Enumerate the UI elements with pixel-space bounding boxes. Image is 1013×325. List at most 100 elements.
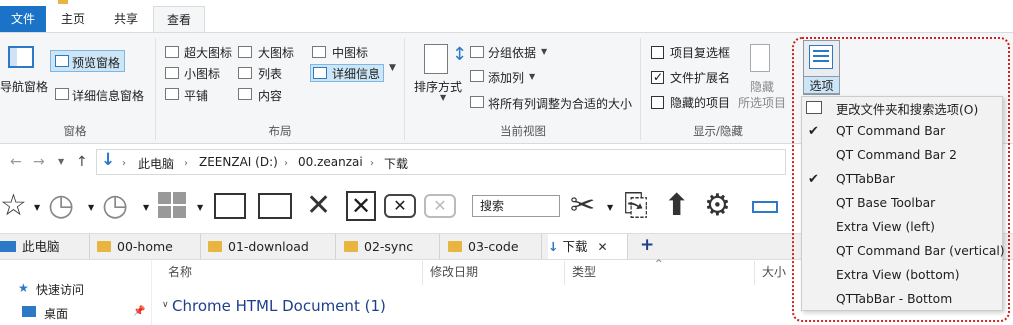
up-icon[interactable]: ↑ xyxy=(76,154,88,170)
breadcrumb-this-pc[interactable]: 此电脑 xyxy=(138,155,174,172)
add-columns-button[interactable]: 添加列 xyxy=(488,69,524,86)
group-label-current-view: 当前视图 xyxy=(500,124,546,138)
nav-quick-access[interactable]: 快速访问 xyxy=(36,281,84,298)
breadcrumb-folder[interactable]: 00.zeanzai xyxy=(298,155,363,169)
breadcrumb-current[interactable]: 下载 xyxy=(384,155,408,172)
tab-share[interactable]: 共享 xyxy=(100,6,152,32)
sort-by-button[interactable]: 排序方式 xyxy=(414,78,462,95)
group-by-button[interactable]: 分组依据 xyxy=(488,44,536,61)
forward-icon[interactable]: → xyxy=(33,154,45,170)
back-icon[interactable]: ← xyxy=(10,154,22,170)
group-by-dropdown-icon[interactable]: ▼ xyxy=(541,47,547,56)
windows-icon[interactable] xyxy=(158,192,188,220)
group-label-panes: 窗格 xyxy=(63,124,87,138)
item-checkboxes-checkbox[interactable] xyxy=(651,46,664,59)
item-checkboxes-label: 项目复选框 xyxy=(670,46,731,60)
recent-locations-icon[interactable]: ▼ xyxy=(58,157,64,166)
tab-file[interactable]: 文件 xyxy=(0,6,46,32)
group-separator xyxy=(155,38,156,140)
pin-icon: 📌 xyxy=(133,306,146,317)
column-header-size[interactable]: 大小 xyxy=(762,263,786,280)
collapse-group-icon[interactable]: ∨ xyxy=(162,300,169,310)
hidden-items-checkbox[interactable] xyxy=(651,96,664,109)
hide-selected-icon xyxy=(750,44,770,72)
layout-list[interactable]: 列表 xyxy=(258,65,282,82)
layout-large-icons[interactable]: 大图标 xyxy=(258,44,294,61)
fit-columns-button[interactable]: 将所有列调整为合适的大小 xyxy=(488,95,632,112)
add-columns-dropdown-icon[interactable]: ▼ xyxy=(529,72,535,81)
tiles-icon xyxy=(165,88,179,100)
layout-extra-large-icons[interactable]: 超大图标 xyxy=(184,44,232,61)
sort-up-icon: ^ xyxy=(655,259,663,269)
group-header[interactable]: Chrome HTML Document (1) xyxy=(172,297,386,315)
layout-tiles[interactable]: 平铺 xyxy=(184,87,208,104)
sort-arrow-icon: ↕ xyxy=(452,44,468,65)
close-tab-icon[interactable]: ✕ xyxy=(598,240,608,254)
folder-tab[interactable]: 01-download xyxy=(208,234,336,259)
sort-by-icon xyxy=(424,44,448,74)
layout-details[interactable]: 详细信息 xyxy=(332,65,380,82)
layout-medium-icons[interactable]: 中图标 xyxy=(332,44,368,61)
details-pane-button[interactable]: 详细信息窗格 xyxy=(72,87,144,104)
search-box[interactable]: 搜索 xyxy=(472,195,560,217)
group-by-icon xyxy=(470,46,484,58)
sort-by-dropdown-icon[interactable]: ▼ xyxy=(440,93,446,102)
column-divider[interactable] xyxy=(422,261,423,285)
star-dropdown-icon[interactable]: ▼ xyxy=(34,203,40,212)
new-tab-icon[interactable]: + xyxy=(640,235,654,255)
hidden-items-label: 隐藏的项目 xyxy=(670,96,731,110)
extra-large-icons-icon xyxy=(165,46,179,58)
layout-small-icons[interactable]: 小图标 xyxy=(184,65,220,82)
large-icons-icon xyxy=(238,46,252,58)
close-others-icon[interactable]: ✕ xyxy=(384,194,416,218)
scissors-dropdown-icon[interactable]: ▼ xyxy=(607,203,613,212)
column-divider[interactable] xyxy=(754,261,755,285)
file-extensions-label: 文件扩展名 xyxy=(670,71,731,85)
new-window-icon[interactable] xyxy=(214,193,246,219)
breadcrumb-chevron-icon[interactable]: › xyxy=(184,158,188,169)
windows-dropdown-icon[interactable]: ▼ xyxy=(197,203,203,212)
history-icon[interactable]: ◷ xyxy=(48,188,74,224)
breadcrumb-chevron-icon[interactable]: › xyxy=(284,158,288,169)
gear-icon[interactable]: ⚙ xyxy=(704,188,731,224)
layout-content[interactable]: 内容 xyxy=(258,87,282,104)
star-icon[interactable]: ☆ xyxy=(0,188,27,224)
up-arrow-icon[interactable]: ⬆ xyxy=(664,188,689,224)
breadcrumb-chevron-icon[interactable]: › xyxy=(122,158,126,169)
fit-columns-icon xyxy=(470,96,484,108)
rename-icon[interactable] xyxy=(752,201,778,213)
folder-tab[interactable]: 03-code xyxy=(448,234,542,259)
pane-icon[interactable] xyxy=(258,193,292,219)
column-header-type[interactable]: 类型 xyxy=(572,263,596,280)
folder-tab-label: 02-sync xyxy=(364,239,414,254)
column-header-name[interactable]: 名称 xyxy=(168,263,192,280)
history-dropdown-icon[interactable]: ▼ xyxy=(88,203,94,212)
group-separator xyxy=(640,38,641,140)
paperclip-icon[interactable]: ⎘ xyxy=(624,188,648,224)
breadcrumb-drive[interactable]: ZEENZAI (D:) xyxy=(199,155,278,169)
folder-tab-label: 01-download xyxy=(228,239,309,254)
folder-icon xyxy=(448,241,462,252)
tab-view[interactable]: 查看 xyxy=(153,6,205,33)
layout-scroll-down-icon[interactable]: ▼ xyxy=(389,63,396,73)
folder-tab[interactable]: 00-home xyxy=(97,234,201,259)
small-icons-icon xyxy=(165,67,179,79)
folder-tab-active[interactable]: ↓ 下载 ✕ xyxy=(548,234,628,259)
folder-tab[interactable]: 02-sync xyxy=(344,234,440,259)
file-extensions-checkbox[interactable] xyxy=(651,70,664,84)
group-separator xyxy=(404,38,405,140)
column-header-modified[interactable]: 修改日期 xyxy=(430,263,478,280)
folder-tab-label: 此电脑 xyxy=(22,239,60,254)
recent-dropdown-icon[interactable]: ▼ xyxy=(143,203,149,212)
breadcrumb-chevron-icon[interactable]: › xyxy=(370,158,374,169)
content-icon xyxy=(238,88,252,100)
nav-desktop[interactable]: 桌面 xyxy=(44,305,68,322)
recent-icon[interactable]: ◷ xyxy=(102,188,128,224)
column-divider[interactable] xyxy=(564,261,565,285)
close-icon[interactable]: ✕ xyxy=(306,188,331,224)
folder-tab[interactable]: 此电脑 xyxy=(0,234,90,259)
hide-selected-button[interactable]: 所选项目 xyxy=(738,94,786,111)
scissors-icon[interactable]: ✂ xyxy=(570,188,595,224)
close-window-icon[interactable]: ✕ xyxy=(346,191,376,221)
tab-home[interactable]: 主页 xyxy=(48,6,98,32)
